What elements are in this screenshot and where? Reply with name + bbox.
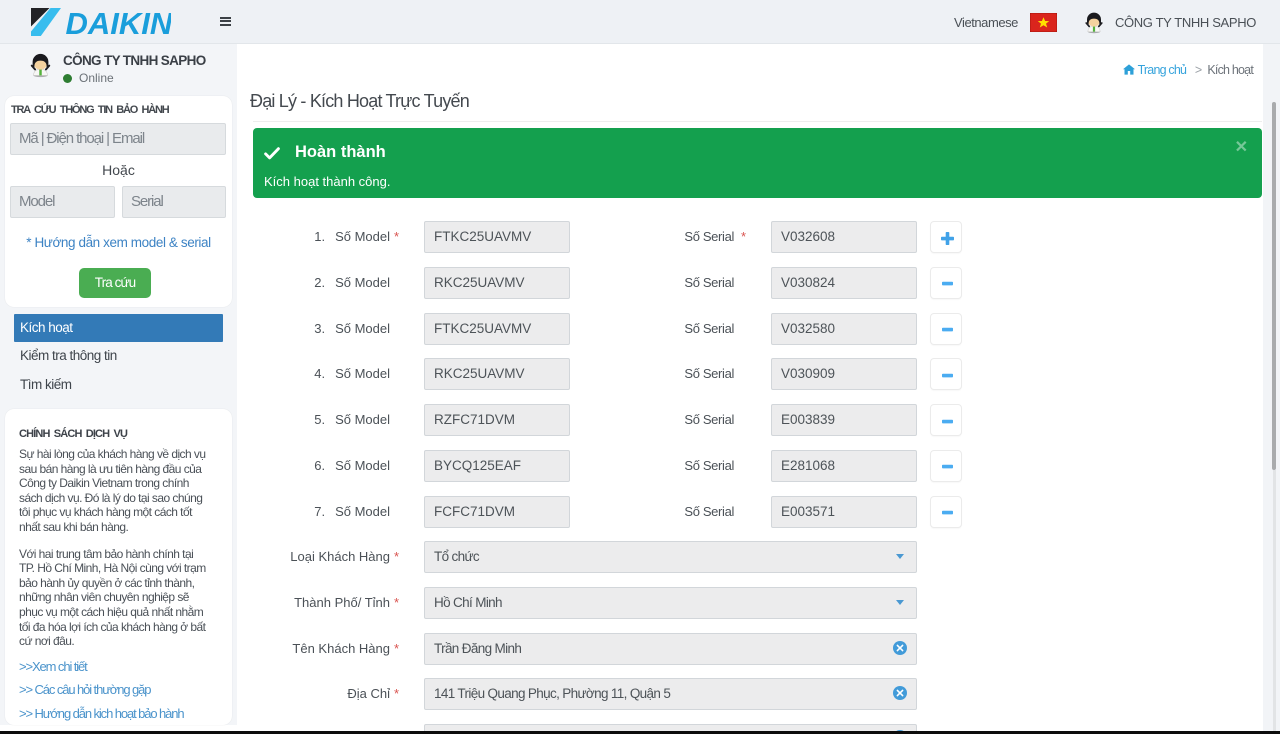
svg-text:DAIKIN: DAIKIN [66, 7, 172, 37]
